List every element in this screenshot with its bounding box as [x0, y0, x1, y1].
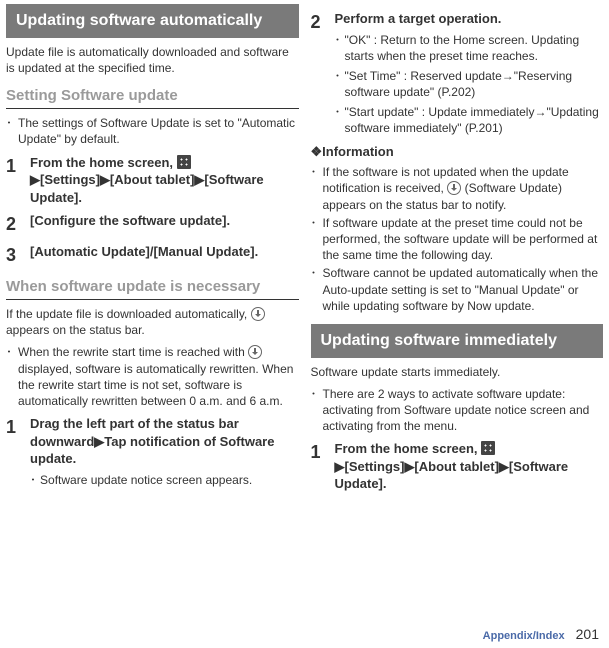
bullet-text: The settings of Software Update is set t…: [18, 115, 299, 147]
divider: [6, 108, 299, 109]
b2a: When the rewrite start time is reached w…: [18, 345, 248, 359]
info-bullet-2: ･ If software update at the preset time …: [311, 215, 604, 264]
footer-page: 201: [576, 626, 599, 642]
s2b3: "Start update" : Update immediately→"Upd…: [345, 104, 603, 136]
step1b-title: Drag the left part of the status bar dow…: [30, 415, 299, 468]
b2b: displayed, software is automatically rew…: [18, 362, 293, 408]
apps-icon: [177, 155, 191, 169]
bullet-default-auto: ･ The settings of Software Update is set…: [6, 115, 299, 147]
b3: There are 2 ways to activate software up…: [323, 386, 604, 435]
download-icon: [447, 181, 461, 195]
s1c-post: ▶[Settings]▶[About tablet]▶[Software Upd…: [335, 459, 569, 492]
heading-updating-immediately: Updating software immediately: [311, 324, 604, 358]
apps-icon: [481, 441, 495, 455]
step1-post: ▶[Settings]▶[About tablet]▶[Software Upd…: [30, 172, 264, 205]
subheading-setting: Setting Software update: [6, 86, 299, 106]
footer-section: Appendix/Index: [483, 630, 565, 642]
s2b2: "Set Time" : Reserved update→"Reserving …: [345, 68, 603, 100]
step-number: 2: [6, 212, 20, 236]
step2-title: Perform a target operation.: [335, 10, 604, 28]
download-icon: [251, 307, 265, 321]
i2: If software update at the preset time co…: [323, 215, 604, 264]
info-bullet-1: ･ If the software is not updated when th…: [311, 164, 604, 213]
paragraph-download: If the update file is downloaded automat…: [6, 306, 299, 338]
step-number: 1: [6, 415, 20, 488]
step-2: 2 [Configure the software update].: [6, 212, 299, 236]
s2b1: "OK" : Return to the Home screen. Updati…: [345, 32, 603, 64]
bullet-rewrite: ･ When the rewrite start time is reached…: [6, 344, 299, 409]
intro-text: Update file is automatically downloaded …: [6, 44, 299, 76]
i3: Software cannot be updated automatically…: [323, 265, 604, 314]
download-icon: [248, 345, 262, 359]
information-heading: ❖Information: [311, 143, 604, 161]
step-1-drag: 1 Drag the left part of the status bar d…: [6, 415, 299, 488]
p3: Software update starts immediately.: [311, 364, 604, 380]
step1-pre: From the home screen,: [30, 155, 177, 170]
footer: Appendix/Index 201: [483, 626, 599, 642]
step-number: 1: [6, 154, 20, 207]
heading-updating-auto: Updating software automatically: [6, 4, 299, 38]
step-number: 3: [6, 243, 20, 267]
s1c-pre: From the home screen,: [335, 441, 482, 456]
step3-body: [Automatic Update]/[Manual Update].: [30, 243, 299, 267]
step-2-perform: 2 Perform a target operation. ･"OK" : Re…: [311, 10, 604, 137]
step-3: 3 [Automatic Update]/[Manual Update].: [6, 243, 299, 267]
step-number: 2: [311, 10, 325, 137]
step-1-immediate: 1 From the home screen, ▶[Settings]▶[Abo…: [311, 440, 604, 493]
bullet-two-ways: ･ There are 2 ways to activate software …: [311, 386, 604, 435]
p2b: appears on the status bar.: [6, 323, 145, 337]
subheading-when-necessary: When software update is necessary: [6, 277, 299, 297]
divider: [6, 299, 299, 300]
step-number: 1: [311, 440, 325, 493]
step1b-sub: Software update notice screen appears.: [40, 472, 252, 488]
step2-body: [Configure the software update].: [30, 212, 299, 236]
p2a: If the update file is downloaded automat…: [6, 307, 251, 321]
info-bullet-3: ･ Software cannot be updated automatical…: [311, 265, 604, 314]
step-1: 1 From the home screen, ▶[Settings]▶[Abo…: [6, 154, 299, 207]
